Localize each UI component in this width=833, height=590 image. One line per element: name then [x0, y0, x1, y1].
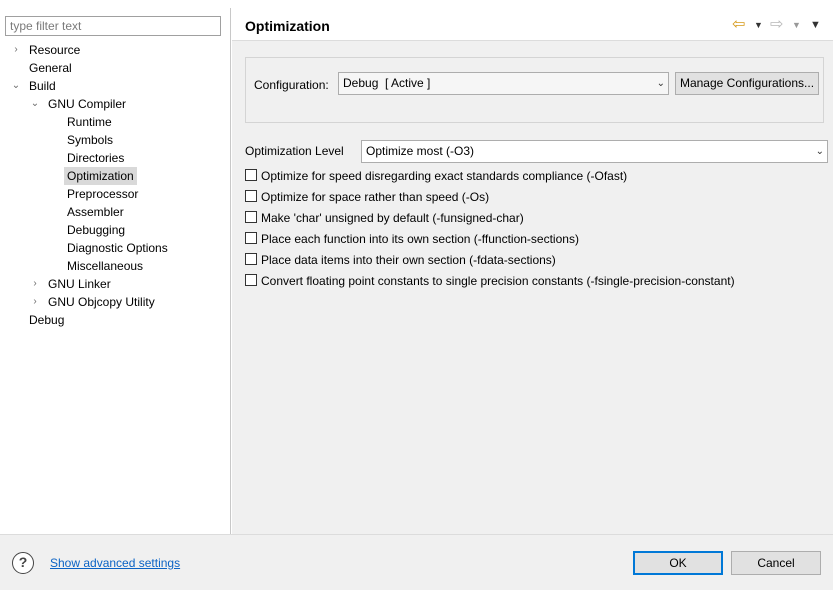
option-label: Optimize for speed disregarding exact st… [261, 169, 628, 183]
configuration-value: Debug [ Active ] [343, 76, 431, 90]
tree-item-gnu-compiler[interactable]: ⌄ GNU Compiler [0, 95, 129, 113]
page-header: Optimization ⇦ ▼ ⇨ ▼ ▼ [232, 8, 833, 41]
configuration-group: Configuration: Debug [ Active ] ⌄ Manage… [245, 57, 824, 123]
chevron-right-icon[interactable]: › [30, 293, 40, 311]
content-pane: Optimization ⇦ ▼ ⇨ ▼ ▼ Configuration: De… [232, 8, 833, 534]
optimization-level-value: Optimize most (-O3) [366, 144, 475, 158]
tree-item-preprocessor[interactable]: Preprocessor [0, 185, 141, 203]
chevron-down-icon[interactable]: ⌄ [11, 77, 21, 95]
configuration-select[interactable]: Debug [ Active ] ⌄ [338, 72, 669, 95]
tree-item-build[interactable]: ⌄ Build [0, 77, 59, 95]
show-advanced-settings-link[interactable]: Show advanced settings [50, 556, 180, 570]
tree-item-symbols[interactable]: Symbols [0, 131, 116, 149]
checkbox[interactable] [245, 169, 257, 181]
tree-item-directories[interactable]: Directories [0, 149, 127, 167]
tree-item-runtime[interactable]: Runtime [0, 113, 115, 131]
chevron-right-icon[interactable]: › [30, 275, 40, 293]
back-dropdown-icon[interactable]: ▼ [754, 17, 763, 33]
checkbox[interactable] [245, 211, 257, 223]
chevron-right-icon[interactable]: › [11, 41, 21, 59]
tree-item-general[interactable]: General [0, 59, 75, 77]
navigation-pane: › Resource General ⌄ Build ⌄ GNU Compile… [0, 8, 231, 534]
forward-arrow-icon[interactable]: ⇨ [770, 17, 783, 33]
ok-button[interactable]: OK [633, 551, 723, 575]
tree-item-miscellaneous[interactable]: Miscellaneous [0, 257, 146, 275]
option-label: Make 'char' unsigned by default (-funsig… [261, 211, 524, 225]
configuration-label: Configuration: [254, 78, 329, 92]
optimization-level-label: Optimization Level [245, 144, 344, 158]
chevron-down-icon: ⌄ [815, 146, 824, 157]
optimization-level-select[interactable]: Optimize most (-O3) ⌄ [361, 140, 828, 163]
cancel-button[interactable]: Cancel [731, 551, 821, 575]
tree-item-resource[interactable]: › Resource [0, 41, 83, 59]
tree-item-optimization[interactable]: Optimization [0, 167, 137, 185]
tree-item-diagnostic-options[interactable]: Diagnostic Options [0, 239, 171, 257]
manage-configurations-button[interactable]: Manage Configurations... [675, 72, 819, 95]
tree-item-debugging[interactable]: Debugging [0, 221, 128, 239]
help-icon[interactable]: ? [12, 552, 34, 574]
option-label: Place each function into its own section… [261, 232, 579, 246]
tree-item-gnu-objcopy[interactable]: › GNU Objcopy Utility [0, 293, 158, 311]
view-menu-icon[interactable]: ▼ [810, 17, 821, 33]
option-label: Place data items into their own section … [261, 253, 556, 267]
checkbox[interactable] [245, 232, 257, 244]
checkbox[interactable] [245, 253, 257, 265]
option-label: Optimize for space rather than speed (-O… [261, 190, 490, 204]
back-arrow-icon[interactable]: ⇦ [732, 17, 745, 33]
window-top-strip [0, 0, 833, 8]
tree-item-debug[interactable]: Debug [0, 311, 67, 329]
chevron-down-icon: ⌄ [656, 78, 665, 89]
tree-item-assembler[interactable]: Assembler [0, 203, 127, 221]
page-title: Optimization [245, 18, 330, 34]
forward-dropdown-icon[interactable]: ▼ [792, 17, 801, 33]
filter-input[interactable] [5, 16, 221, 36]
tree-item-gnu-linker[interactable]: › GNU Linker [0, 275, 114, 293]
option-label: Convert floating point constants to sing… [261, 274, 735, 288]
checkbox[interactable] [245, 190, 257, 202]
chevron-down-icon[interactable]: ⌄ [30, 95, 40, 113]
dialog-button-bar: ? Show advanced settings OK Cancel [0, 534, 833, 590]
checkbox[interactable] [245, 274, 257, 286]
